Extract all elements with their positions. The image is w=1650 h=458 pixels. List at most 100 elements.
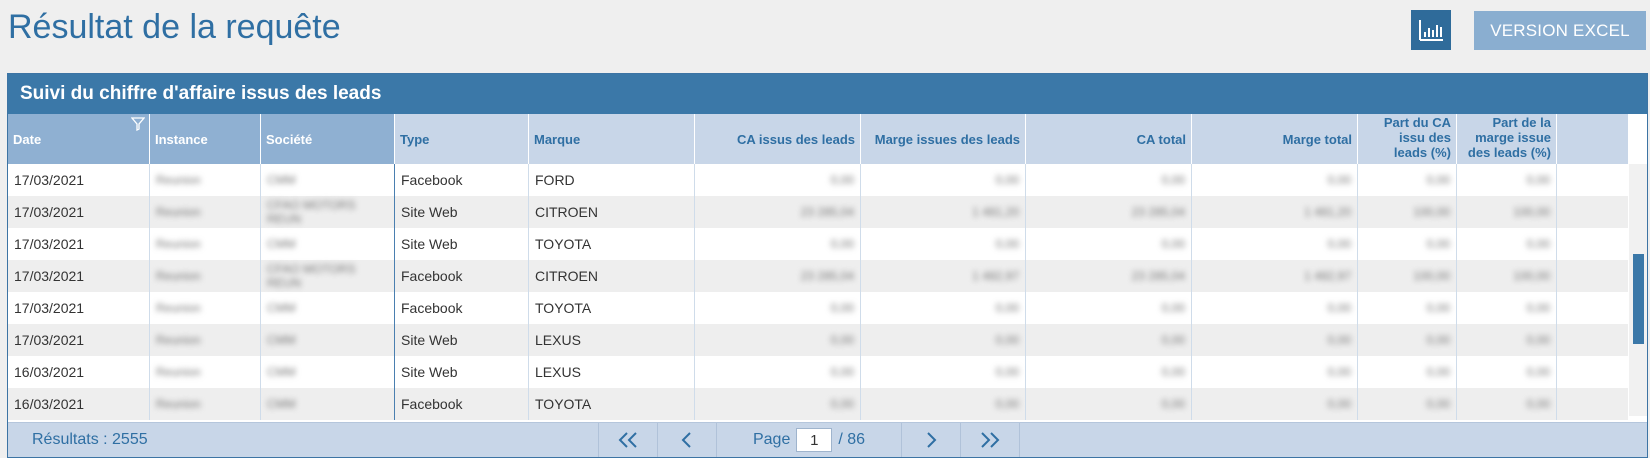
- cell-part-ca-text: 0,00: [1426, 365, 1450, 379]
- cell-ca-leads: 0,00: [695, 228, 861, 260]
- column-header-ca-total[interactable]: CA total: [1026, 114, 1192, 164]
- cell-marque-text: CITROEN: [535, 204, 598, 220]
- results-panel: Suivi du chiffre d'affaire issus des lea…: [7, 73, 1648, 458]
- table-row[interactable]: 16/03/2021 Reunion CMM Facebook TOYOTA 0,00 0,…: [8, 388, 1628, 420]
- total-pages: / 86: [838, 431, 866, 448]
- cell-marque: CITROEN: [529, 196, 695, 228]
- column-header-marge-total[interactable]: Marge total: [1192, 114, 1358, 164]
- column-header-marge-leads[interactable]: Marge issues des leads: [861, 114, 1026, 164]
- table-row[interactable]: 16/03/2021 Reunion CMM Site Web LEXUS 0,00 0,0…: [8, 356, 1628, 388]
- cell-date-text: 17/03/2021: [14, 204, 85, 220]
- cell-part-marge: 0,00: [1457, 324, 1557, 356]
- cell-marge-leads: 1 482,97: [861, 260, 1026, 292]
- page-number-input[interactable]: [796, 428, 833, 452]
- cell-date-text: 16/03/2021: [14, 396, 85, 412]
- table-row[interactable]: 17/03/2021 Reunion CFAO MOTORS REUN Site We…: [8, 196, 1628, 228]
- cell-instance: Reunion: [150, 388, 261, 420]
- cell-societe-text: CMM: [267, 237, 296, 251]
- last-page-button[interactable]: [961, 423, 1020, 457]
- cell-marge-leads-text: 0,00: [995, 397, 1019, 411]
- cell-date: 17/03/2021: [8, 228, 150, 260]
- cell-societe: CFAO MOTORS REUN: [261, 196, 395, 228]
- column-header-marque[interactable]: Marque: [529, 114, 695, 164]
- vertical-scrollbar[interactable]: [1629, 164, 1647, 416]
- cell-marge-total: 1 482,97: [1192, 260, 1358, 292]
- column-header-type[interactable]: Type: [395, 114, 529, 164]
- cell-marge-total: 0,00: [1192, 292, 1358, 324]
- table-row[interactable]: 17/03/2021 Reunion CMM Facebook TOYOTA 0,00 0,…: [8, 292, 1628, 324]
- table-body: 17/03/2021 Reunion CMM Facebook FORD 0,00 0,00…: [8, 164, 1628, 420]
- cell-ca-leads-text: 0,00: [830, 301, 854, 315]
- table-footer: Résultats : 2555 Page / 86: [8, 422, 1647, 457]
- cell-ca-leads: 23 285,04: [695, 260, 861, 292]
- column-header-date[interactable]: Date: [8, 114, 150, 164]
- cell-type-text: Facebook: [401, 172, 463, 188]
- page-label: Page: [752, 431, 791, 448]
- cell-marque-text: LEXUS: [535, 332, 581, 348]
- cell-societe-text: CMM: [267, 365, 296, 379]
- cell-marque-text: TOYOTA: [535, 236, 592, 252]
- bar-chart-icon: [1419, 20, 1443, 41]
- cell-part-ca: 0,00: [1358, 324, 1457, 356]
- table-row[interactable]: 17/03/2021 Reunion CMM Site Web LEXUS 0,00 0,0…: [8, 324, 1628, 356]
- chart-view-button[interactable]: [1411, 10, 1451, 50]
- cell-ca-total-text: 0,00: [1161, 237, 1185, 251]
- cell-part-marge: 0,00: [1457, 388, 1557, 420]
- cell-type-text: Site Web: [401, 332, 458, 348]
- cell-type-text: Facebook: [401, 268, 463, 284]
- first-page-button[interactable]: [598, 423, 658, 457]
- cell-ca-leads-text: 0,00: [830, 237, 854, 251]
- cell-societe-text: CFAO MOTORS REUN: [267, 198, 356, 226]
- cell-marge-leads-text: 0,00: [995, 333, 1019, 347]
- table-row[interactable]: 17/03/2021 Reunion CMM Site Web TOYOTA 0,00 0,…: [8, 228, 1628, 260]
- cell-part-ca-text: 0,00: [1426, 301, 1450, 315]
- pagination: Page / 86: [598, 423, 1020, 457]
- cell-date: 17/03/2021: [8, 164, 150, 196]
- column-header-instance[interactable]: Instance: [150, 114, 261, 164]
- cell-ca-leads: 0,00: [695, 388, 861, 420]
- cell-ca-total: 0,00: [1026, 388, 1192, 420]
- next-page-button[interactable]: [902, 423, 961, 457]
- cell-date: 16/03/2021: [8, 356, 150, 388]
- column-header-societe[interactable]: Société: [261, 114, 395, 164]
- cell-type: Site Web: [395, 324, 529, 356]
- cell-part-marge: 100,00: [1457, 196, 1557, 228]
- cell-societe-text: CMM: [267, 173, 296, 187]
- cell-marge-leads-text: 0,00: [995, 173, 1019, 187]
- cell-part-ca-text: 0,00: [1426, 173, 1450, 187]
- cell-marge-total: 0,00: [1192, 228, 1358, 260]
- page-indicator: Page / 86: [717, 423, 902, 457]
- cell-ca-leads-text: 0,00: [830, 365, 854, 379]
- cell-part-ca: 0,00: [1358, 164, 1457, 196]
- previous-page-button[interactable]: [658, 423, 717, 457]
- cell-instance: Reunion: [150, 324, 261, 356]
- cell-instance-text: Reunion: [156, 237, 201, 251]
- cell-marque: TOYOTA: [529, 228, 695, 260]
- scrollbar-thumb[interactable]: [1633, 254, 1644, 344]
- cell-date-text: 17/03/2021: [14, 300, 85, 316]
- cell-part-marge-text: 0,00: [1526, 397, 1550, 411]
- column-header-ca-leads[interactable]: CA issus des leads: [695, 114, 861, 164]
- cell-instance: Reunion: [150, 228, 261, 260]
- cell-part-marge-text: 100,00: [1513, 269, 1550, 283]
- table-row[interactable]: 17/03/2021 Reunion CFAO MOTORS REUN Faceboo…: [8, 260, 1628, 292]
- cell-part-marge: 100,00: [1457, 260, 1557, 292]
- filter-icon[interactable]: [131, 117, 145, 131]
- cell-ca-total-text: 23 285,04: [1131, 269, 1185, 283]
- table-row[interactable]: 17/03/2021 Reunion CMM Facebook FORD 0,00 0,00…: [8, 164, 1628, 196]
- cell-ca-total: 0,00: [1026, 356, 1192, 388]
- column-header-part-marge[interactable]: Part de la marge issue des leads (%): [1457, 114, 1557, 164]
- cell-part-ca: 0,00: [1358, 356, 1457, 388]
- column-header-part-ca[interactable]: Part du CA issu des leads (%): [1358, 114, 1457, 164]
- cell-ca-leads-text: 23 285,04: [800, 269, 854, 283]
- cell-marge-total: 0,00: [1192, 324, 1358, 356]
- cell-marge-leads-text: 1 482,97: [972, 269, 1019, 283]
- cell-date-text: 17/03/2021: [14, 268, 85, 284]
- cell-marque: FORD: [529, 164, 695, 196]
- cell-marque: LEXUS: [529, 356, 695, 388]
- excel-version-button[interactable]: VERSION EXCEL: [1474, 11, 1646, 50]
- cell-marque-text: TOYOTA: [535, 396, 592, 412]
- cell-date: 16/03/2021: [8, 388, 150, 420]
- cell-type-text: Site Web: [401, 236, 458, 252]
- chevron-left-icon: [681, 432, 691, 448]
